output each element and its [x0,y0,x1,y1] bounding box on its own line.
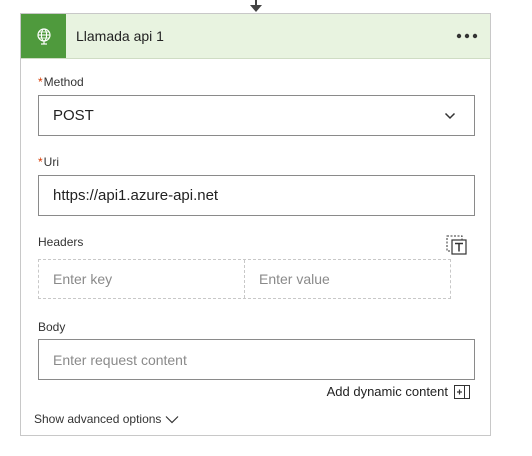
uri-label: *Uri [38,155,59,169]
flow-connector-arrow-icon [250,0,262,12]
body-label: Body [38,320,66,334]
body-placeholder: Enter request content [53,351,187,368]
add-dynamic-content-icon [454,384,470,399]
header-key-input[interactable]: Enter key [39,260,244,298]
chevron-down-icon [166,415,179,423]
uri-label-text: Uri [43,155,59,169]
uri-input[interactable]: https://api1.azure-api.net [38,175,475,216]
method-value: POST [53,107,94,124]
method-label: *Method [38,75,84,89]
add-dynamic-content-button[interactable]: Add dynamic content [327,384,470,399]
header-value-input[interactable]: Enter value [244,260,450,298]
action-title[interactable]: Llamada api 1 [76,27,164,45]
action-card-header[interactable]: Llamada api 1 [21,14,490,59]
headers-table: Enter key Enter value [38,259,451,299]
action-icon-tile [21,14,66,58]
headers-label: Headers [38,235,84,249]
text-mode-icon[interactable] [446,234,468,256]
action-card: Llamada api 1 *Method POST *Uri https://… [20,13,491,436]
uri-value: https://api1.azure-api.net [53,187,219,204]
globe-icon [36,28,51,45]
required-marker: * [38,155,43,169]
required-marker: * [38,75,43,89]
add-dynamic-content-label: Add dynamic content [326,384,448,399]
show-advanced-options-label: Show advanced options [34,412,162,426]
body-input[interactable]: Enter request content [38,339,475,380]
chevron-down-icon[interactable] [444,110,456,122]
ellipsis-icon [456,33,478,39]
method-label-text: Method [43,75,84,89]
more-options-button[interactable] [454,24,480,48]
show-advanced-options-button[interactable]: Show advanced options [34,412,179,426]
method-select[interactable]: POST [38,95,475,136]
